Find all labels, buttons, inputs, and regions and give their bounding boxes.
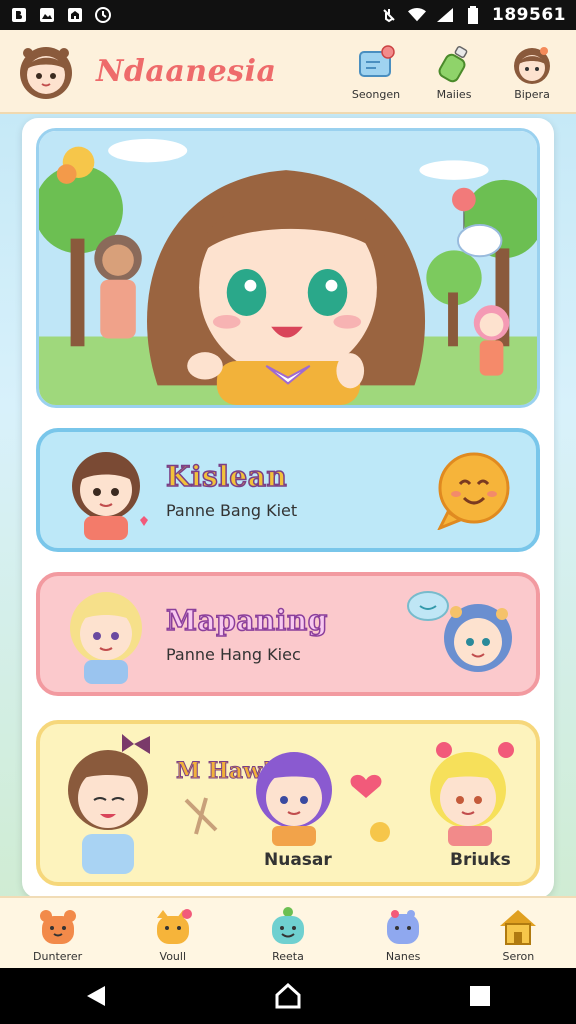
nav-item-label: Voull: [159, 949, 187, 963]
home-icon[interactable]: [268, 976, 308, 1016]
clock-icon: [94, 6, 112, 24]
nav-item-label: Nanes: [385, 949, 421, 963]
nav-item-reeta[interactable]: Reeta: [243, 904, 333, 963]
status-bar: 189561: [0, 0, 576, 30]
status-left: [10, 6, 112, 24]
nav-item-seron[interactable]: Seron: [473, 904, 563, 963]
mail-icon: [38, 6, 56, 24]
house-icon: [500, 909, 537, 945]
profile-avatar[interactable]: [14, 39, 78, 103]
recents-icon[interactable]: [460, 976, 500, 1016]
system-nav-bar: [0, 968, 576, 1024]
bear-icon: [39, 909, 76, 944]
app-title: Ndaanesia: [96, 53, 277, 89]
nav-item-voull[interactable]: Voull: [128, 904, 218, 963]
bottom-nav: Dunterer Voull Reeta Nanes Seron: [0, 896, 576, 968]
cat-icon: [156, 908, 192, 944]
card-subtitle: Panne Bang Kiet: [166, 501, 298, 520]
avatar-icon: [514, 46, 550, 84]
smiley-chat-icon: [437, 452, 510, 530]
nav-item-label: Dunterer: [33, 949, 83, 963]
dino-icon: [271, 906, 304, 944]
hero-illustration: [39, 131, 537, 405]
signal-icon: [436, 6, 454, 24]
card-icon: [359, 44, 395, 77]
mute-icon: [380, 6, 398, 24]
card-title: Mapaning: [165, 603, 328, 638]
bottle-icon: [438, 45, 468, 82]
n-icon: [10, 6, 28, 24]
nav-item-label: Reeta: [272, 949, 304, 963]
sticker-text: M Haw!: [176, 758, 272, 784]
status-time: 189561: [492, 5, 566, 25]
header-action-label: Maiies: [436, 87, 472, 101]
hero-banner[interactable]: [36, 128, 540, 408]
header-action-label: Bipera: [514, 87, 550, 101]
card-text: Mapaning Panne Hang Kiec: [165, 603, 328, 664]
card-kislean[interactable]: Kislean Panne Bang Kiet: [36, 428, 540, 552]
card-text: Kislean Panne Bang Kiet: [165, 459, 298, 520]
card-subtitle: Panne Hang Kiec: [166, 645, 301, 664]
photo-icon: [66, 6, 84, 24]
header-actions: Seongen Maiies Bipera: [346, 42, 562, 101]
nav-item-label: Seron: [502, 949, 535, 963]
battery-icon: [464, 6, 482, 24]
back-icon[interactable]: [76, 976, 116, 1016]
girl-avatar: [70, 592, 142, 684]
blue-hair-girl-avatar: [407, 591, 512, 672]
group-label-briuks: Briuks: [450, 850, 511, 870]
group-label-nuasar: Nuasar: [264, 850, 332, 870]
status-right: 189561: [380, 5, 566, 25]
nav-item-dunterer[interactable]: Dunterer: [13, 904, 103, 963]
monster-icon: [387, 909, 420, 944]
main-panel: Kislean Panne Bang Kiet Mapaning Panne H…: [22, 118, 554, 898]
header-action-maiies[interactable]: Maiies: [424, 42, 484, 101]
wifi-icon: [408, 6, 427, 24]
app-header: Ndaanesia Seongen Maiies Bipera: [0, 30, 576, 114]
boy-avatar: [72, 452, 148, 540]
nav-item-nanes[interactable]: Nanes: [358, 904, 448, 963]
card-title: Kislean: [165, 459, 288, 494]
card-mapaning[interactable]: Mapaning Panne Hang Kiec: [36, 572, 540, 696]
card-group[interactable]: M Haw! Nuasar Briuks: [36, 720, 540, 886]
header-action-label: Seongen: [351, 87, 401, 101]
header-action-seongen[interactable]: Seongen: [346, 42, 406, 101]
header-action-bipera[interactable]: Bipera: [502, 42, 562, 101]
